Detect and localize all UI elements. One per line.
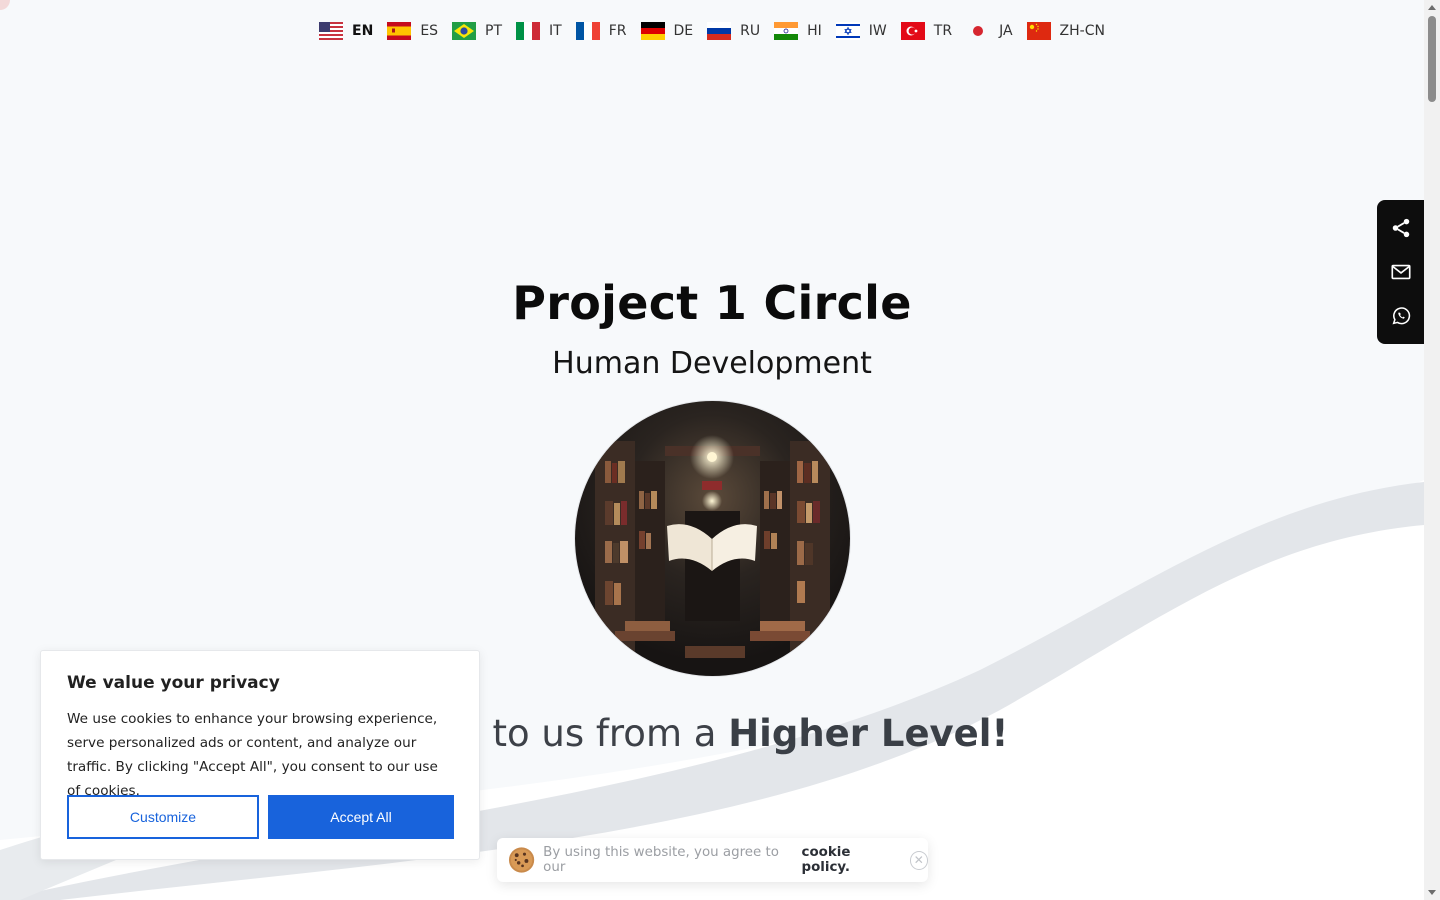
language-selector: EN ES PT IT FR DE RU HI IW TR JA ZH-CN <box>0 20 1424 42</box>
lang-it[interactable]: IT <box>516 20 562 42</box>
corner-decoration <box>0 0 10 10</box>
scroll-down-arrow-icon[interactable] <box>1428 890 1436 895</box>
lang-hi[interactable]: HI <box>774 20 822 42</box>
flag-us-icon <box>319 22 344 40</box>
lang-es[interactable]: ES <box>387 20 438 42</box>
lang-label: FR <box>608 23 627 39</box>
lang-label: ES <box>420 23 439 39</box>
lang-en[interactable]: EN <box>319 20 373 42</box>
cookie-notice-text: By using this website, you agree to our <box>543 845 779 875</box>
cookie-policy-link[interactable]: cookie policy. <box>802 845 901 875</box>
accept-all-button[interactable]: Accept All <box>268 795 454 839</box>
lang-de[interactable]: DE <box>640 20 694 42</box>
lang-label: JA <box>999 23 1013 39</box>
close-icon[interactable]: ✕ <box>909 850 928 870</box>
tagline: omes to us from a Higher Level! <box>380 712 1140 755</box>
scrollbar[interactable] <box>1424 0 1440 900</box>
cookie-icon <box>508 847 535 873</box>
flag-ru-icon <box>707 22 732 40</box>
lang-label: TR <box>933 23 953 39</box>
lang-label: EN <box>352 23 374 39</box>
flag-fr-icon <box>575 22 600 40</box>
lang-label: ZH-CN <box>1059 23 1105 39</box>
lang-label: IT <box>549 23 562 39</box>
flag-il-icon <box>835 22 860 40</box>
flag-es-icon <box>387 22 412 40</box>
lang-label: RU <box>740 23 761 39</box>
share-icon[interactable] <box>1387 214 1415 242</box>
flag-tr-icon <box>900 22 925 40</box>
lang-pt[interactable]: PT <box>452 20 502 42</box>
share-sidebar <box>1377 200 1425 344</box>
scroll-up-arrow-icon[interactable] <box>1428 5 1436 10</box>
privacy-body: We use cookies to enhance your browsing … <box>67 711 438 799</box>
flag-cn-icon <box>1026 22 1051 40</box>
lang-label: IW <box>868 23 887 39</box>
scrollbar-thumb[interactable] <box>1428 16 1436 102</box>
customize-button[interactable]: Customize <box>67 795 259 839</box>
flag-in-icon <box>774 22 799 40</box>
lang-iw[interactable]: IW <box>835 20 887 42</box>
privacy-title: We value your privacy <box>67 673 280 693</box>
page-title: Project 1 Circle <box>512 276 912 330</box>
lang-tr[interactable]: TR <box>900 20 953 42</box>
lang-label: DE <box>673 23 694 39</box>
email-icon[interactable] <box>1387 258 1415 286</box>
flag-br-icon <box>452 22 477 40</box>
page-subtitle: Human Development <box>552 346 872 381</box>
flag-de-icon <box>640 22 665 40</box>
lang-ru[interactable]: RU <box>707 20 760 42</box>
whatsapp-icon[interactable] <box>1387 302 1415 330</box>
lang-ja[interactable]: JA <box>966 20 1013 42</box>
lang-label: PT <box>485 23 503 39</box>
library-floating-book-image <box>575 401 850 676</box>
privacy-consent-dialog: We value your privacy We use cookies to … <box>40 650 480 860</box>
flag-jp-icon <box>966 22 991 40</box>
flag-it-icon <box>516 22 541 40</box>
lang-fr[interactable]: FR <box>575 20 627 42</box>
lang-label: HI <box>807 23 822 39</box>
tagline-emphasis: Higher Level! <box>728 712 1009 755</box>
lang-zh-cn[interactable]: ZH-CN <box>1026 20 1105 42</box>
cookie-notice: By using this website, you agree to our … <box>497 838 928 882</box>
